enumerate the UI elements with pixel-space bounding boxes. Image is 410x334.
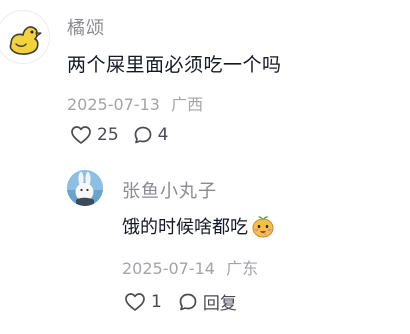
reply-actions: 1 回复 bbox=[124, 289, 237, 314]
rabbit-photo-avatar bbox=[67, 170, 103, 206]
comment-meta: 2025-07-13 广西 bbox=[67, 91, 203, 115]
drooling-face-emoji-icon bbox=[252, 216, 274, 238]
comment-bubble-icon bbox=[134, 126, 151, 144]
like-button[interactable]: 25 bbox=[70, 125, 119, 145]
comment-thread: 橘颂 两个屎里面必须吃一个吗 2025-07-13 广西 25 4 张鱼小丸子 … bbox=[0, 0, 410, 334]
comment-username[interactable]: 橘颂 bbox=[67, 14, 105, 40]
comment-bubble-icon bbox=[179, 293, 197, 310]
reply-button-label: 回复 bbox=[202, 294, 237, 314]
reply-count-button[interactable]: 4 bbox=[133, 125, 169, 145]
reply-text: 饿的时候啥都吃 bbox=[122, 217, 248, 238]
comment-actions: 25 4 bbox=[70, 125, 168, 145]
reply-count: 4 bbox=[157, 125, 169, 145]
reply-like-count: 1 bbox=[151, 291, 162, 312]
heart-icon bbox=[71, 126, 91, 144]
like-count: 25 bbox=[97, 125, 119, 145]
comment-location: 广西 bbox=[171, 95, 204, 114]
reply-username[interactable]: 张鱼小丸子 bbox=[122, 177, 217, 203]
heart-icon bbox=[125, 292, 145, 311]
avatar[interactable] bbox=[0, 10, 50, 64]
reply-meta: 2025-07-14 广东 bbox=[122, 255, 258, 279]
reply-like-button[interactable]: 1 bbox=[124, 292, 162, 312]
reply-avatar[interactable] bbox=[67, 170, 103, 206]
comment-text: 两个屎里面必须吃一个吗 bbox=[67, 54, 282, 76]
reply-button[interactable]: 回复 bbox=[178, 289, 237, 314]
comment-date: 2025-07-13 bbox=[67, 95, 160, 114]
yellow-duck-icon bbox=[9, 26, 42, 55]
reply-date: 2025-07-14 bbox=[122, 259, 215, 278]
reply-text-row: 饿的时候啥都吃 bbox=[122, 213, 276, 239]
reply-location: 广东 bbox=[226, 259, 259, 278]
